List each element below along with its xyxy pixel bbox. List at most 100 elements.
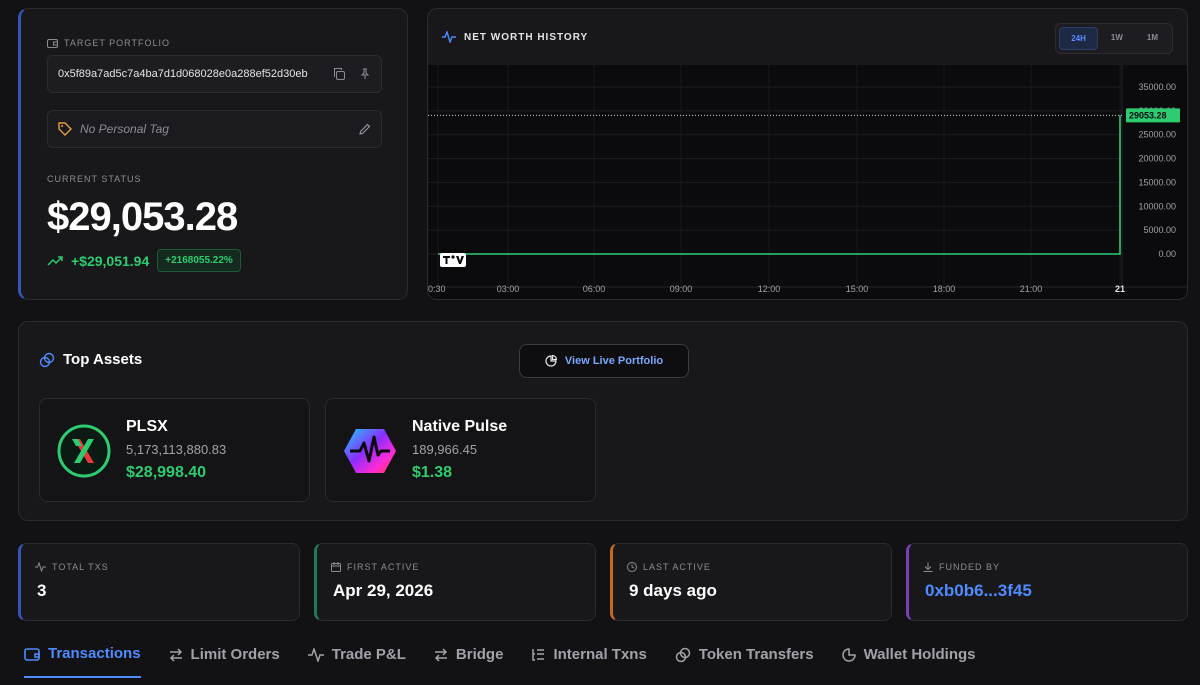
y-tick-label: 0.00 bbox=[1158, 249, 1176, 259]
y-tick-label: 35000.00 bbox=[1138, 82, 1176, 92]
stat-first-active: FIRST ACTIVE Apr 29, 2026 bbox=[314, 543, 596, 621]
x-tick-label: 15:00 bbox=[846, 284, 869, 294]
range-selector: 24H 1W 1M bbox=[1055, 23, 1173, 54]
stat-label-text: TOTAL TXS bbox=[52, 562, 109, 572]
y-tick-label: 25000.00 bbox=[1138, 130, 1176, 140]
swap-icon bbox=[434, 647, 448, 662]
asset-card-native-pulse[interactable]: Native Pulse 189,966.45 $1.38 bbox=[325, 398, 596, 502]
wallet-icon bbox=[47, 38, 58, 48]
activity-icon bbox=[442, 31, 456, 43]
asset-quantity: 189,966.45 bbox=[412, 442, 478, 457]
edit-icon[interactable] bbox=[359, 123, 371, 135]
asset-quantity: 5,173,113,880.83 bbox=[126, 442, 227, 457]
range-1m-button[interactable]: 1M bbox=[1136, 27, 1169, 50]
tab-bridge[interactable]: Bridge bbox=[434, 645, 504, 678]
stat-label: FUNDED BY bbox=[923, 562, 1000, 572]
stat-label: TOTAL TXS bbox=[35, 562, 109, 572]
top-assets-header: Top Assets bbox=[39, 351, 142, 368]
x-tick-label: 06:00 bbox=[583, 284, 606, 294]
target-portfolio-text: TARGET PORTFOLIO bbox=[64, 38, 171, 48]
x-tick-label: 0:30 bbox=[428, 284, 446, 294]
tab-label: Trade P&L bbox=[331, 646, 406, 663]
wallet-address[interactable]: 0x5f89a7ad5c7a4ba7d1d068028e0a288ef52d30… bbox=[58, 68, 333, 80]
x-tick-label: 09:00 bbox=[670, 284, 693, 294]
tab-label: Internal Txns bbox=[553, 646, 647, 663]
price-tag-text: 29053.28 bbox=[1129, 110, 1167, 120]
swap-icon bbox=[169, 647, 183, 662]
asset-name: PLSX bbox=[126, 418, 168, 435]
change-percent-badge: +2168055.22% bbox=[157, 249, 241, 272]
pie-chart-icon bbox=[841, 647, 856, 662]
y-tick-label: 20000.00 bbox=[1138, 154, 1176, 164]
net-worth-chart-card: NET WORTH HISTORY 24H 1W 1M 35000.003000… bbox=[427, 8, 1188, 300]
x-tick-label: 03:00 bbox=[497, 284, 520, 294]
tradingview-logo bbox=[440, 253, 466, 267]
change-amount: +$29,051.94 bbox=[71, 252, 150, 269]
coins-icon bbox=[39, 352, 55, 368]
target-portfolio-label: TARGET PORTFOLIO bbox=[47, 38, 170, 48]
top-assets-card: Top Assets View Live Portfolio PLSX 5,17… bbox=[18, 321, 1188, 521]
stat-label: LAST ACTIVE bbox=[627, 562, 711, 572]
activity-icon bbox=[307, 647, 324, 662]
range-1w-button[interactable]: 1W bbox=[1100, 27, 1134, 50]
coins-icon bbox=[675, 647, 691, 663]
trend-up-icon bbox=[47, 255, 63, 267]
portfolio-balance: $29,053.28 bbox=[47, 195, 238, 239]
asset-name: Native Pulse bbox=[412, 418, 508, 435]
asset-card-plsx[interactable]: PLSX 5,173,113,880.83 $28,998.40 bbox=[39, 398, 310, 502]
pin-icon[interactable] bbox=[359, 68, 371, 80]
tab-trade-pnl[interactable]: Trade P&L bbox=[307, 645, 406, 678]
address-box: 0x5f89a7ad5c7a4ba7d1d068028e0a288ef52d30… bbox=[47, 55, 382, 93]
tab-bar: Transactions Limit Orders Trade P&L Brid… bbox=[24, 645, 976, 678]
tab-internal-txns[interactable]: Internal Txns bbox=[531, 645, 647, 678]
y-tick-label: 10000.00 bbox=[1138, 201, 1176, 211]
personal-tag-field[interactable]: No Personal Tag bbox=[47, 110, 382, 148]
view-live-portfolio-button[interactable]: View Live Portfolio bbox=[519, 344, 689, 378]
stat-last-active: LAST ACTIVE 9 days ago bbox=[610, 543, 892, 621]
net-worth-chart[interactable]: 35000.0030000.0025000.0020000.0015000.00… bbox=[428, 65, 1188, 300]
asset-value: $1.38 bbox=[412, 464, 453, 481]
stat-label: FIRST ACTIVE bbox=[331, 562, 419, 572]
x-tick-label: 12:00 bbox=[758, 284, 781, 294]
stat-label-text: FIRST ACTIVE bbox=[347, 562, 420, 572]
y-tick-label: 15000.00 bbox=[1138, 177, 1176, 187]
stat-total-txs: TOTAL TXS 3 bbox=[18, 543, 300, 621]
calendar-icon bbox=[331, 562, 341, 572]
stat-label-text: LAST ACTIVE bbox=[643, 562, 711, 572]
balance-change: +$29,051.94 +2168055.22% bbox=[47, 249, 241, 272]
download-icon bbox=[923, 562, 933, 572]
y-tick-label: 5000.00 bbox=[1143, 225, 1176, 235]
tab-limit-orders[interactable]: Limit Orders bbox=[169, 645, 280, 678]
tab-label: Limit Orders bbox=[190, 646, 280, 663]
tab-label: Bridge bbox=[455, 646, 504, 663]
stat-value: 3 bbox=[37, 581, 47, 600]
tab-label: Wallet Holdings bbox=[863, 646, 976, 663]
asset-value: $28,998.40 bbox=[126, 464, 207, 481]
chart-header: NET WORTH HISTORY bbox=[442, 31, 588, 43]
x-tick-label: 21:00 bbox=[1020, 284, 1043, 294]
tab-token-transfers[interactable]: Token Transfers bbox=[675, 645, 814, 678]
chart-title: NET WORTH HISTORY bbox=[464, 31, 589, 43]
tag-icon bbox=[58, 122, 72, 136]
plsx-logo-icon bbox=[56, 423, 112, 479]
view-live-portfolio-label: View Live Portfolio bbox=[564, 355, 664, 367]
funded-by-address-link[interactable]: 0xb0b6...3f45 bbox=[925, 581, 1032, 601]
x-tick-label: 21 bbox=[1115, 284, 1125, 294]
clock-icon bbox=[627, 562, 637, 572]
pie-chart-icon bbox=[545, 355, 557, 367]
wallet-icon bbox=[24, 647, 40, 661]
copy-icon[interactable] bbox=[333, 68, 345, 80]
stat-value: 9 days ago bbox=[629, 581, 717, 600]
stat-label-text: FUNDED BY bbox=[939, 562, 1001, 572]
tab-label: Token Transfers bbox=[698, 646, 814, 663]
tab-wallet-holdings[interactable]: Wallet Holdings bbox=[841, 645, 976, 678]
range-24h-button[interactable]: 24H bbox=[1059, 27, 1098, 50]
pulse-logo-icon bbox=[342, 423, 398, 479]
current-status-label: CURRENT STATUS bbox=[47, 174, 142, 184]
tab-transactions[interactable]: Transactions bbox=[24, 645, 141, 678]
tab-label: Transactions bbox=[48, 645, 141, 662]
list-tree-icon bbox=[531, 648, 545, 662]
stat-funded-by: FUNDED BY 0xb0b6...3f45 bbox=[906, 543, 1188, 621]
top-assets-title: Top Assets bbox=[63, 351, 143, 368]
x-tick-label: 18:00 bbox=[933, 284, 956, 294]
